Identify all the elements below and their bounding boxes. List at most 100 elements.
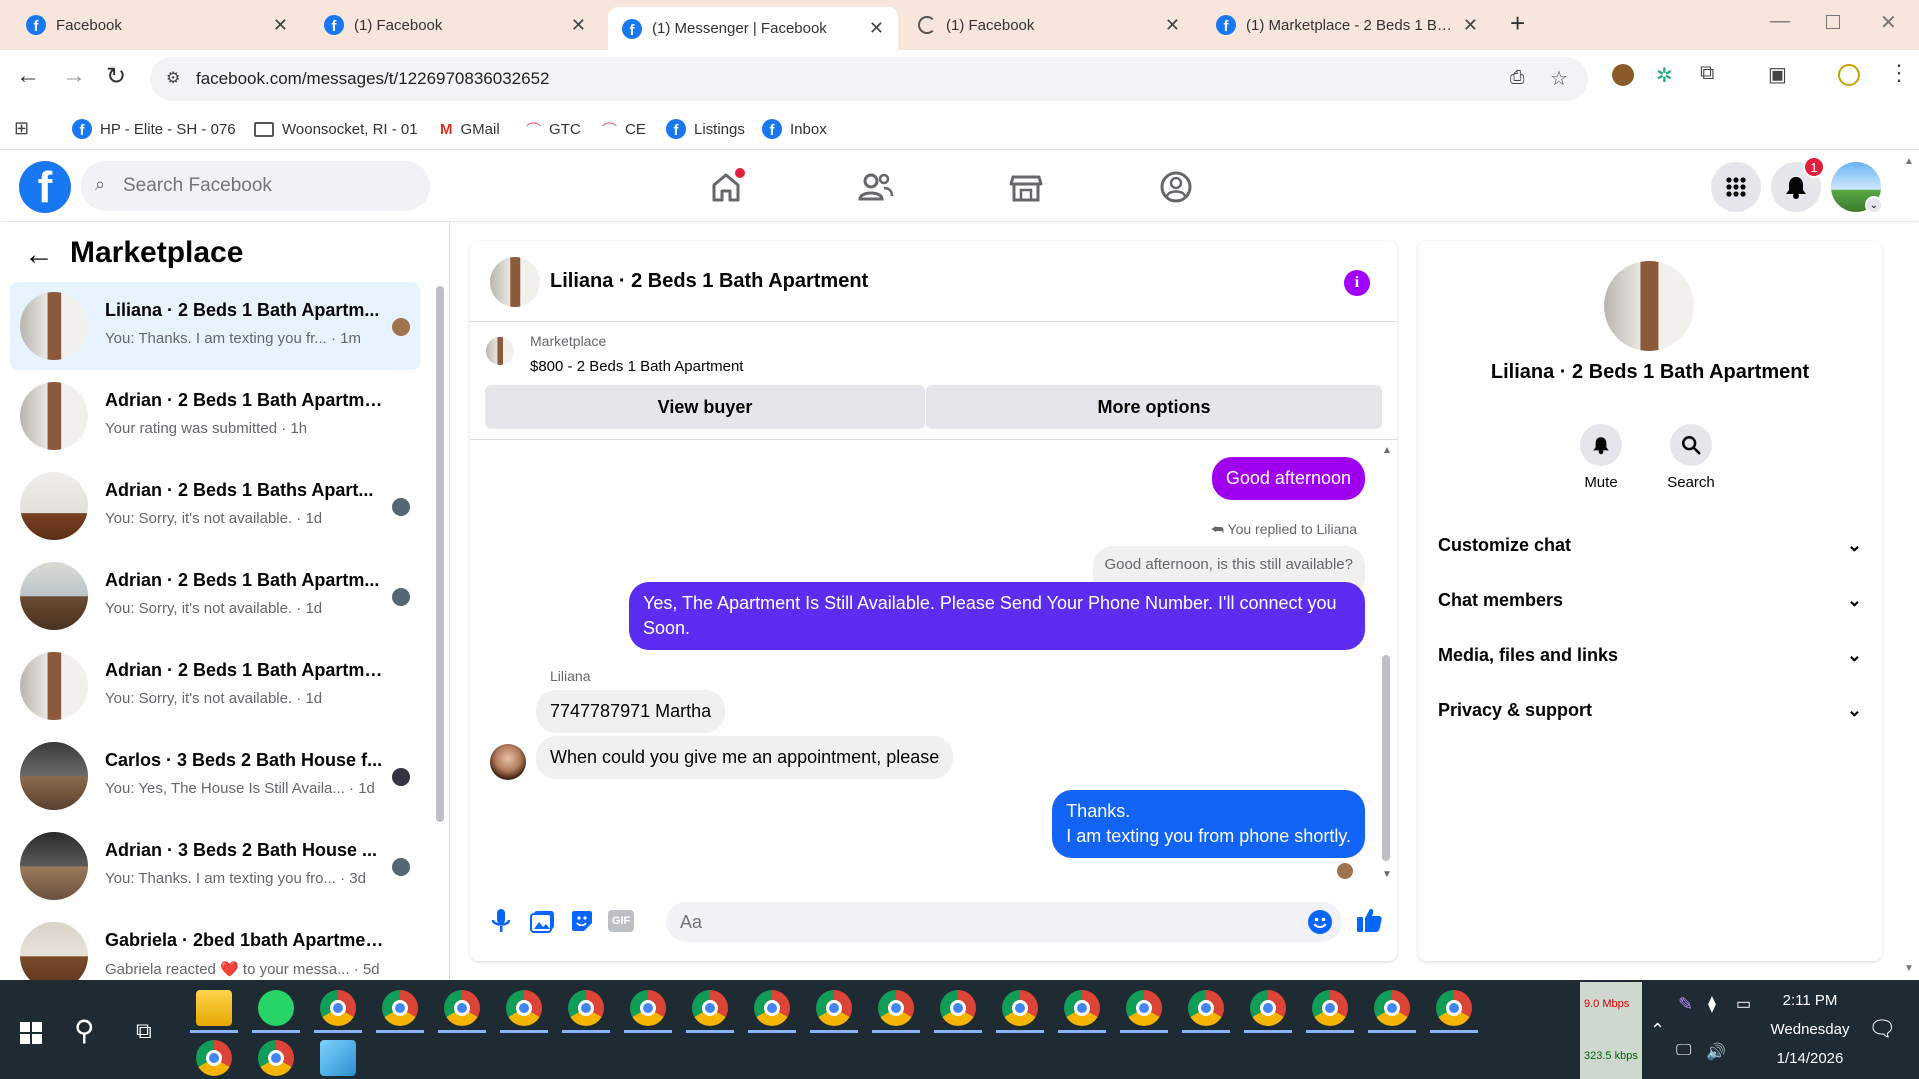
mute-button[interactable] <box>1580 424 1622 466</box>
privacy-support-section[interactable]: Privacy & support ⌄ <box>1438 692 1862 728</box>
chat-avatar[interactable] <box>490 257 540 307</box>
tab-facebook-3[interactable]: (1) Facebook ✕ <box>904 8 1194 42</box>
back-icon[interactable]: ← <box>16 62 40 90</box>
conversation-item[interactable]: Adrian · 2 Beds 1 Bath Apartm... You: So… <box>10 552 420 640</box>
home-icon[interactable] <box>706 167 746 207</box>
bookmark-star-icon[interactable]: ☆ <box>1550 66 1568 91</box>
page-scroll-up-icon[interactable]: ▲ <box>1904 156 1914 167</box>
close-tab-icon[interactable]: ✕ <box>869 18 884 39</box>
url-text[interactable]: facebook.com/messages/t/1226970836032652 <box>196 69 549 89</box>
facebook-search-input[interactable] <box>123 161 413 211</box>
windows-start-icon[interactable] <box>20 1022 42 1044</box>
bookmark-listings[interactable]: f Listings <box>666 116 745 142</box>
message-input[interactable] <box>680 902 1280 942</box>
notepad-app-icon[interactable] <box>320 1040 356 1076</box>
media-files-links-section[interactable]: Media, files and links ⌄ <box>1438 637 1862 673</box>
chrome-profile-icon[interactable] <box>568 990 604 1026</box>
chrome-profile-icon[interactable] <box>258 1040 294 1076</box>
chrome-profile-icon[interactable] <box>444 990 480 1026</box>
sender-avatar[interactable] <box>490 744 526 780</box>
chrome-profile-icon[interactable] <box>692 990 728 1026</box>
chrome-profile-icon[interactable] <box>506 990 542 1026</box>
clock-date[interactable]: 1/14/2026 <box>1760 1050 1860 1067</box>
pen-tray-icon[interactable]: ✎ <box>1678 994 1693 1015</box>
bookmark-gtc[interactable]: ⌒ GTC <box>526 116 581 142</box>
bookmark-woonsocket[interactable]: Woonsocket, RI - 01 <box>254 116 418 142</box>
cookie-extension-icon[interactable] <box>1612 64 1634 86</box>
conversation-item[interactable]: Liliana · 2 Beds 1 Bath Apartm... You: T… <box>10 282 420 370</box>
microphone-icon[interactable] <box>490 907 512 935</box>
scroll-down-icon[interactable]: ▼ <box>1382 869 1392 880</box>
scroll-up-icon[interactable]: ▲ <box>1382 445 1392 456</box>
close-window-icon[interactable]: ✕ <box>1880 10 1897 35</box>
tab-messenger[interactable]: f (1) Messenger | Facebook ✕ <box>608 7 898 50</box>
address-bar[interactable]: ⚙ facebook.com/messages/t/12269708360326… <box>150 57 1588 101</box>
chrome-profile-icon[interactable] <box>1126 990 1162 1026</box>
extension-icon[interactable]: ✲ <box>1656 63 1673 88</box>
clock-day[interactable]: Wednesday <box>1760 1021 1860 1038</box>
site-settings-icon[interactable]: ⚙ <box>166 68 180 88</box>
bookmark-gmail[interactable]: M GMail <box>440 116 500 142</box>
extensions-puzzle-icon[interactable]: ⧉ <box>1700 62 1714 85</box>
thumbs-up-icon[interactable] <box>1354 905 1384 935</box>
chrome-profile-icon[interactable] <box>940 990 976 1026</box>
chrome-profile-icon[interactable] <box>816 990 852 1026</box>
bookmark-hp-elite[interactable]: f HP - Elite - SH - 076 <box>72 116 236 142</box>
minimize-icon[interactable]: — <box>1770 10 1790 33</box>
sent-message[interactable]: Yes, The Apartment Is Still Available. P… <box>629 582 1365 650</box>
notification-center-icon[interactable]: 🗨 <box>1868 1016 1896 1042</box>
chrome-profile-icon[interactable] <box>1436 990 1472 1026</box>
conversation-item[interactable]: Adrian · 2 Beds 1 Bath Apartment You: So… <box>10 642 420 730</box>
chrome-profile-icon[interactable] <box>1374 990 1410 1026</box>
view-buyer-button[interactable]: View buyer <box>485 385 925 429</box>
sent-message[interactable]: Thanks. I am texting you from phone shor… <box>1052 790 1365 858</box>
conversation-item[interactable]: Carlos · 3 Beds 2 Bath House f... You: Y… <box>10 732 420 820</box>
page-scroll-down-icon[interactable]: ▼ <box>1904 963 1914 974</box>
install-app-icon[interactable]: ⎙ <box>1510 67 1524 88</box>
customize-chat-section[interactable]: Customize chat ⌄ <box>1438 527 1862 563</box>
conversation-item[interactable]: Gabriela · 2bed 1bath Apartmen... Gabrie… <box>10 912 420 980</box>
listing-title[interactable]: $800 - 2 Beds 1 Bath Apartment <box>530 358 743 375</box>
network-icon[interactable]: 🖵 <box>1676 1042 1691 1060</box>
chrome-menu-icon[interactable]: ⋮ <box>1888 60 1910 86</box>
received-message[interactable]: When could you give me an appointment, p… <box>536 736 954 779</box>
chat-scrollbar[interactable] <box>1382 655 1390 861</box>
apps-grid-icon[interactable]: ⊞ <box>14 118 29 139</box>
notifications-button[interactable]: 1 <box>1771 156 1825 212</box>
info-icon[interactable]: i <box>1344 270 1370 296</box>
emoji-icon[interactable] <box>1308 910 1332 934</box>
more-options-button[interactable]: More options <box>926 385 1382 429</box>
conversation-item[interactable]: Adrian · 2 Beds 1 Bath Apartment Your ra… <box>10 372 420 460</box>
chrome-profile-icon[interactable] <box>1064 990 1100 1026</box>
back-arrow-icon[interactable]: ← <box>24 238 54 272</box>
dropbox-icon[interactable]: ⧫ <box>1708 994 1716 1014</box>
groups-gaming-icon[interactable] <box>1156 167 1196 207</box>
tab-facebook-1[interactable]: f Facebook ✕ <box>12 8 302 42</box>
sidebar-scrollbar[interactable] <box>436 286 444 822</box>
chat-title[interactable]: Liliana · 2 Beds 1 Bath Apartment <box>550 270 868 293</box>
restore-icon[interactable] <box>1826 15 1840 29</box>
profile-icon[interactable] <box>1838 64 1860 86</box>
marketplace-icon[interactable] <box>1006 167 1046 207</box>
close-tab-icon[interactable]: ✕ <box>1165 15 1180 36</box>
chrome-profile-icon[interactable] <box>878 990 914 1026</box>
file-explorer-icon[interactable] <box>196 990 232 1026</box>
chrome-profile-icon[interactable] <box>382 990 418 1026</box>
menu-grid-button[interactable] <box>1711 162 1761 212</box>
hidden-icons-chevron-icon[interactable]: ⌃ <box>1650 1020 1665 1041</box>
facebook-search-box[interactable]: ⌕ <box>81 161 430 211</box>
conversation-item[interactable]: Adrian · 3 Beds 2 Bath House ... You: Th… <box>10 822 420 910</box>
chrome-profile-icon[interactable] <box>1002 990 1038 1026</box>
chrome-profile-icon[interactable] <box>630 990 666 1026</box>
profile-avatar[interactable] <box>1604 261 1694 351</box>
facebook-logo-icon[interactable]: f <box>19 161 71 213</box>
taskbar-search-icon[interactable]: ⚲ <box>74 1014 95 1047</box>
chrome-profile-icon[interactable] <box>1250 990 1286 1026</box>
chrome-profile-icon[interactable] <box>196 1040 232 1076</box>
close-tab-icon[interactable]: ✕ <box>273 15 288 36</box>
chrome-profile-icon[interactable] <box>754 990 790 1026</box>
tab-search-icon[interactable]: ▣ <box>1768 62 1787 87</box>
chrome-profile-icon[interactable] <box>1312 990 1348 1026</box>
gif-icon[interactable]: GIF <box>608 910 634 932</box>
photo-icon[interactable] <box>530 909 556 933</box>
